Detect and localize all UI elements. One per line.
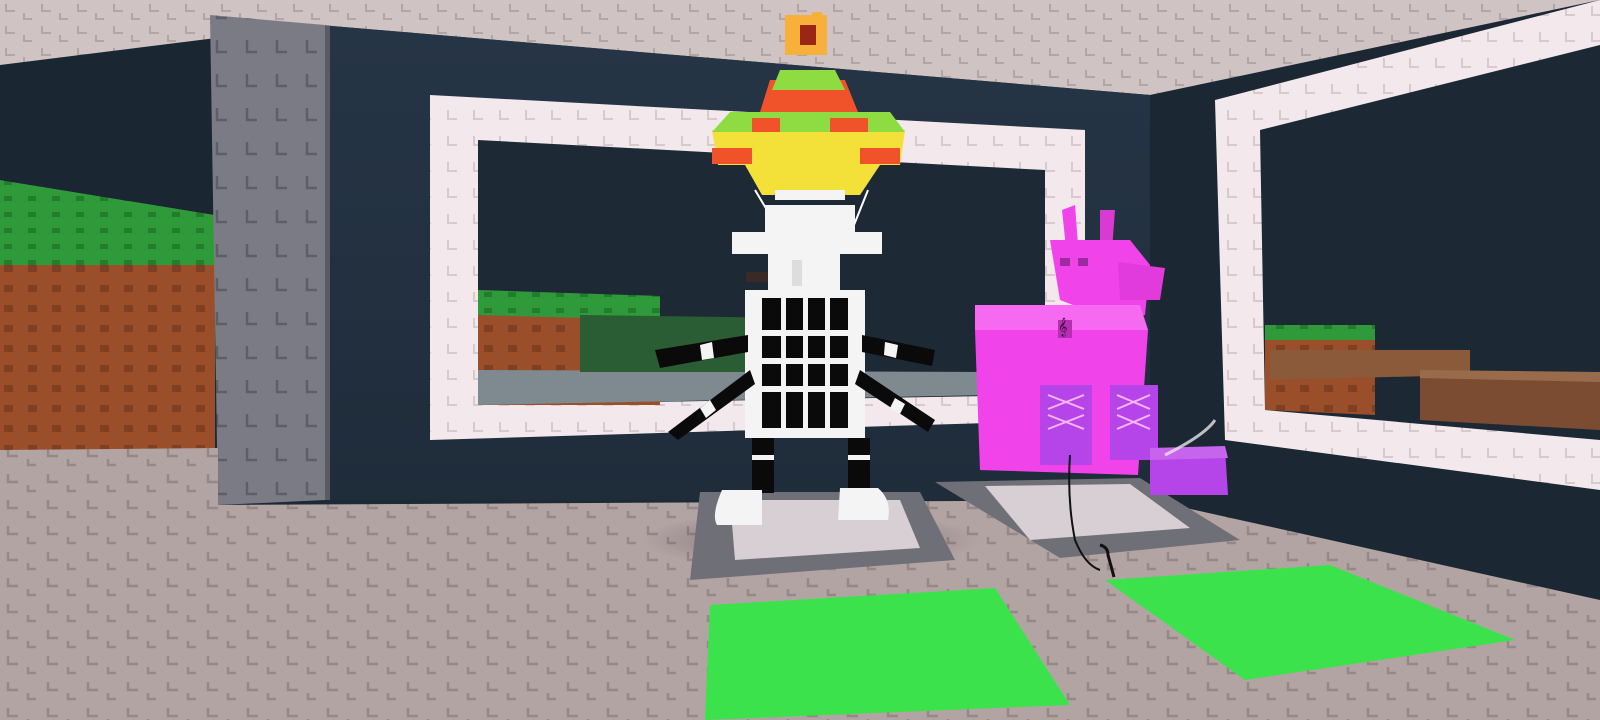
left-pillar <box>210 15 325 505</box>
music-note: 𝄞 <box>1058 317 1067 337</box>
game-viewport[interactable]: 𝄞 <box>0 0 1600 720</box>
